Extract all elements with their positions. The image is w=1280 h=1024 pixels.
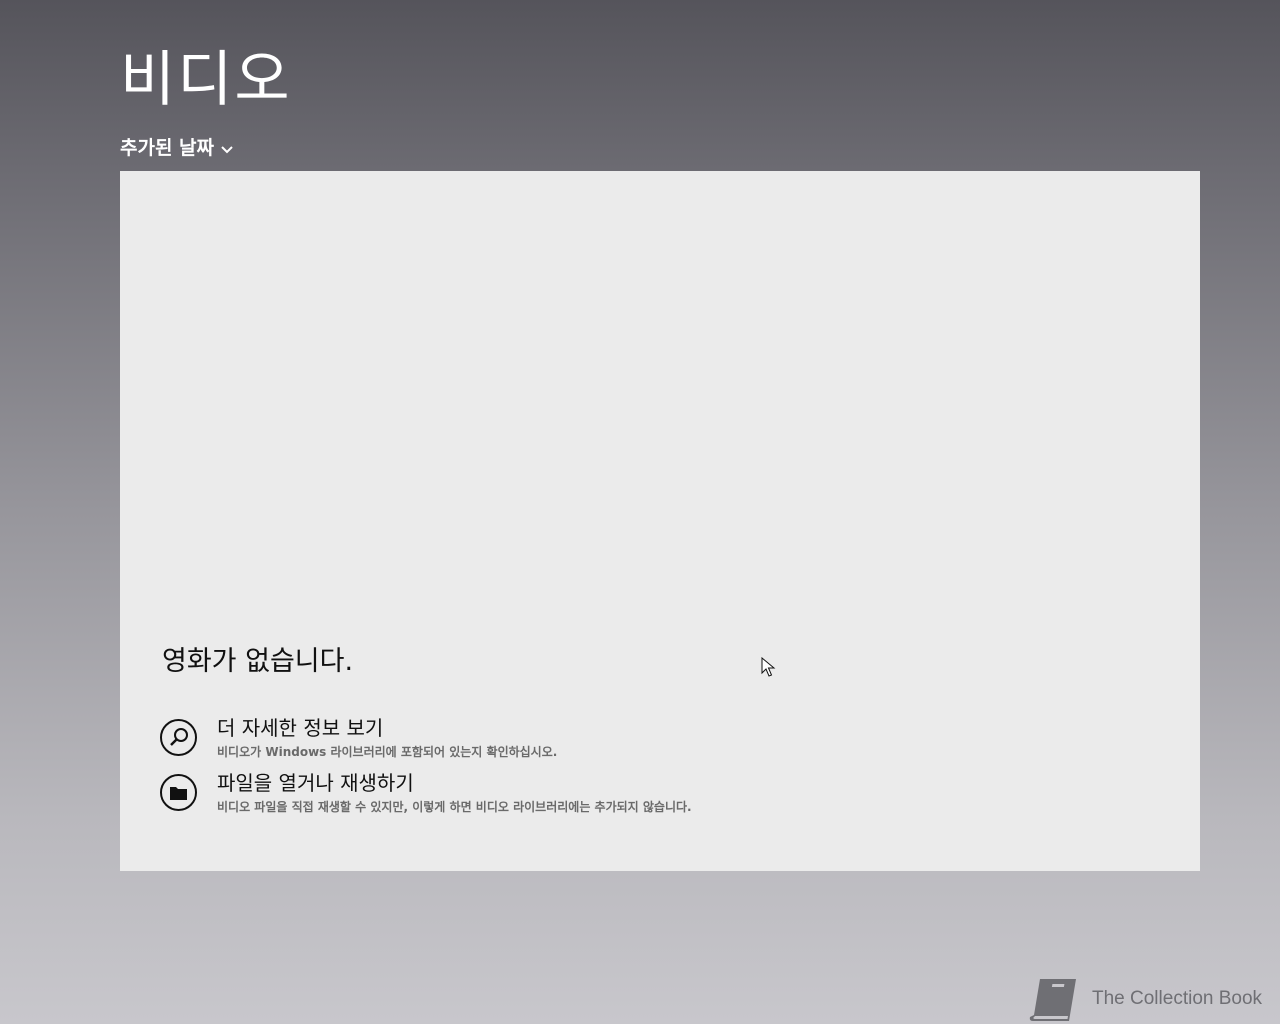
learn-more-description: 비디오가 Windows 라이브러리에 포함되어 있는지 확인하십시오. bbox=[217, 745, 558, 759]
search-icon bbox=[160, 719, 197, 756]
mouse-cursor-icon bbox=[761, 657, 776, 677]
empty-state-heading: 영화가 없습니다. bbox=[162, 646, 354, 677]
book-icon bbox=[1029, 979, 1076, 1021]
open-file-action[interactable]: 파일을 열거나 재생하기 비디오 파일을 직접 재생할 수 있지만, 이렇게 하… bbox=[160, 771, 860, 822]
learn-more-title: 더 자세한 정보 보기 bbox=[217, 716, 384, 740]
learn-more-action[interactable]: 더 자세한 정보 보기 비디오가 Windows 라이브러리에 포함되어 있는지… bbox=[160, 716, 860, 767]
sort-label: 추가된 날짜 bbox=[120, 137, 215, 159]
sort-dropdown[interactable]: 추가된 날짜 bbox=[120, 134, 234, 162]
watermark-text: The Collection Book bbox=[1092, 988, 1263, 1009]
folder-icon bbox=[160, 774, 197, 811]
content-panel: 영화가 없습니다. 더 자세한 정보 보기 비디오가 Windows 라이브러리… bbox=[120, 171, 1200, 871]
open-file-title: 파일을 열거나 재생하기 bbox=[217, 771, 414, 795]
open-file-description: 비디오 파일을 직접 재생할 수 있지만, 이렇게 하면 비디오 라이브러리에는… bbox=[217, 800, 692, 814]
chevron-down-icon bbox=[220, 141, 234, 155]
watermark: The Collection Book bbox=[1028, 974, 1262, 1024]
page-title: 비디오 bbox=[120, 45, 292, 115]
